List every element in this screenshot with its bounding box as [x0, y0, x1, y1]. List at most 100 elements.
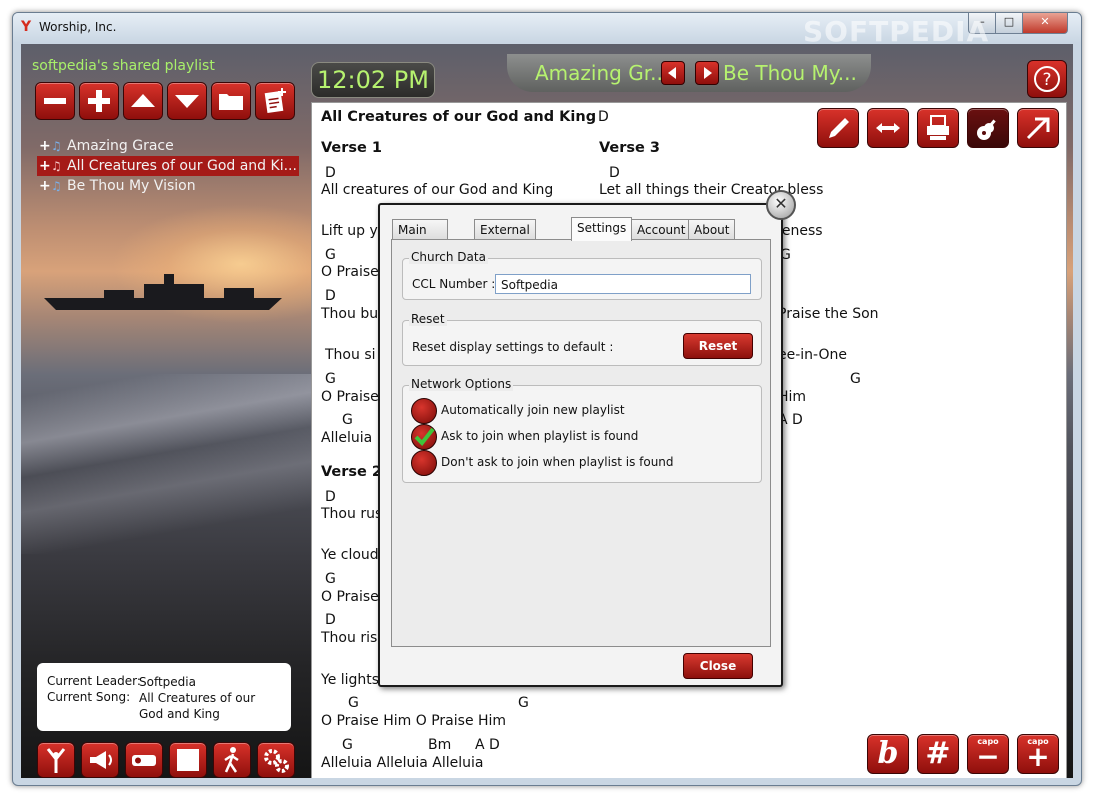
music-note-icon: ♫	[51, 159, 62, 173]
plus-icon: +	[1026, 740, 1050, 773]
megaphone-icon	[90, 751, 112, 769]
capo-minus-button[interactable]: capo −	[967, 734, 1009, 774]
section-heading: Verse 1	[321, 140, 383, 156]
tab-external-display[interactable]: External Display	[474, 219, 536, 257]
playlist-item[interactable]: +♫ Be Thou My Vision	[37, 176, 299, 196]
transpose-button[interactable]	[867, 108, 909, 148]
lyric-line: Lift up y	[321, 223, 378, 239]
expand-icon[interactable]: +	[39, 156, 51, 176]
lyric-line: O Praise	[321, 589, 379, 605]
lyric-line: O Praise Him O Praise Him	[321, 713, 507, 729]
external-display-button[interactable]	[1017, 108, 1059, 148]
tab-about[interactable]: About	[688, 219, 736, 240]
announce-button[interactable]	[81, 742, 119, 778]
folder-icon	[219, 94, 243, 110]
section-heading: Verse 3	[599, 140, 661, 156]
tab-main-display[interactable]: Main Display	[392, 219, 449, 257]
chord: G	[325, 371, 336, 387]
edit-song-button[interactable]	[817, 108, 859, 148]
lyric-line: O Praise	[321, 389, 379, 405]
close-window-button[interactable]: ✕	[1022, 13, 1068, 34]
guitar-icon	[977, 119, 996, 140]
previous-song-button[interactable]	[661, 61, 685, 85]
dont-ask-radio[interactable]	[411, 450, 437, 476]
chord: G	[348, 695, 359, 711]
next-song-label[interactable]: Be Thou My...	[723, 61, 857, 85]
remove-song-button[interactable]	[35, 82, 75, 120]
projector-icon	[132, 755, 156, 766]
lyric-line: Ye cloud	[321, 547, 379, 563]
tab-settings[interactable]: Settings	[571, 217, 633, 241]
song-key: D	[598, 109, 609, 125]
checkmark-icon	[414, 427, 435, 447]
title-bar[interactable]: Y Worship, Inc. – □ ✕ SOFTPEDIA	[13, 13, 1081, 48]
chord: D	[325, 612, 336, 628]
dont-ask-label: Don't ask to join when playlist is found	[441, 455, 674, 469]
lyric-line: Ye lights	[321, 672, 380, 688]
svg-text:?: ?	[1042, 70, 1051, 90]
print-button[interactable]	[917, 108, 959, 148]
expand-icon[interactable]: +	[39, 136, 51, 156]
dialog-close-icon[interactable]: ✕	[766, 190, 796, 220]
settings-button[interactable]	[257, 742, 295, 778]
move-up-button[interactable]	[123, 82, 163, 120]
lyric-line: ee-in-One	[778, 347, 847, 363]
current-info-panel: Current Leader: Softpedia Current Song: …	[37, 663, 291, 731]
printer-icon	[927, 115, 949, 140]
playlist-item[interactable]: +♫ All Creatures of our God and Ki...	[37, 156, 299, 176]
song-value: All Creatures of our God and King	[139, 691, 256, 721]
chord: D	[325, 165, 336, 181]
pencil-icon	[829, 118, 849, 138]
tab-account[interactable]: Account	[631, 219, 692, 240]
chords-toggle-button[interactable]	[967, 108, 1009, 148]
playlist-item[interactable]: +♫ Amazing Grace	[37, 136, 299, 156]
next-song-button[interactable]	[695, 61, 719, 85]
lyric-line: leness	[778, 223, 823, 239]
blank-screen-button[interactable]	[169, 742, 207, 778]
lyric-line: Thou si	[325, 347, 376, 363]
arrows-horizontal-icon	[876, 123, 900, 133]
background-ship-image	[44, 274, 282, 310]
lyric-line: Alleluia	[321, 430, 373, 446]
chord: G	[325, 247, 336, 263]
open-folder-button[interactable]	[211, 82, 251, 120]
help-button[interactable]: ?	[1027, 60, 1067, 98]
add-song-button[interactable]	[79, 82, 119, 120]
reset-legend: Reset	[409, 312, 447, 326]
minus-icon: −	[976, 740, 1000, 773]
leave-button[interactable]	[213, 742, 251, 778]
network-options-legend: Network Options	[409, 377, 514, 391]
reset-group: Reset Reset display settings to default …	[402, 312, 762, 366]
lyric-line: O Praise	[321, 264, 379, 280]
arrow-right-icon	[704, 67, 712, 79]
leader-value: Softpedia	[139, 675, 196, 689]
help-icon: ?	[1034, 66, 1060, 92]
expand-icon[interactable]: +	[39, 176, 51, 196]
lyric-line: All creatures of our God and King	[321, 182, 554, 198]
reset-label: Reset display settings to default :	[412, 340, 614, 354]
worship-leader-button[interactable]	[37, 742, 75, 778]
music-note-icon: ♫	[51, 179, 62, 193]
add-icon	[88, 90, 110, 112]
capo-plus-button[interactable]: capo +	[1017, 734, 1059, 774]
chord: G	[850, 371, 861, 387]
reset-button[interactable]: Reset	[683, 333, 753, 359]
app-logo-icon: Y	[21, 19, 32, 35]
projector-button[interactable]	[125, 742, 163, 778]
chord: D	[609, 165, 620, 181]
background-surf	[21, 374, 311, 554]
settings-dialog: Main Display External Display Settings A…	[378, 203, 783, 687]
sharp-button[interactable]: #	[917, 734, 959, 774]
previous-song-label[interactable]: Amazing Gr...	[535, 61, 669, 85]
move-down-button[interactable]	[167, 82, 207, 120]
ccl-number-input[interactable]: Softpedia	[495, 274, 751, 294]
auto-join-radio[interactable]	[411, 398, 437, 424]
flat-button[interactable]: b	[867, 734, 909, 774]
raised-hands-icon	[46, 748, 66, 773]
ask-join-radio[interactable]	[411, 424, 437, 450]
lyric-line: Thou rus	[321, 506, 383, 522]
new-song-button[interactable]	[255, 82, 295, 120]
maximize-button[interactable]: □	[995, 13, 1023, 34]
close-dialog-button[interactable]: Close	[683, 653, 753, 679]
chord: G	[325, 571, 336, 587]
